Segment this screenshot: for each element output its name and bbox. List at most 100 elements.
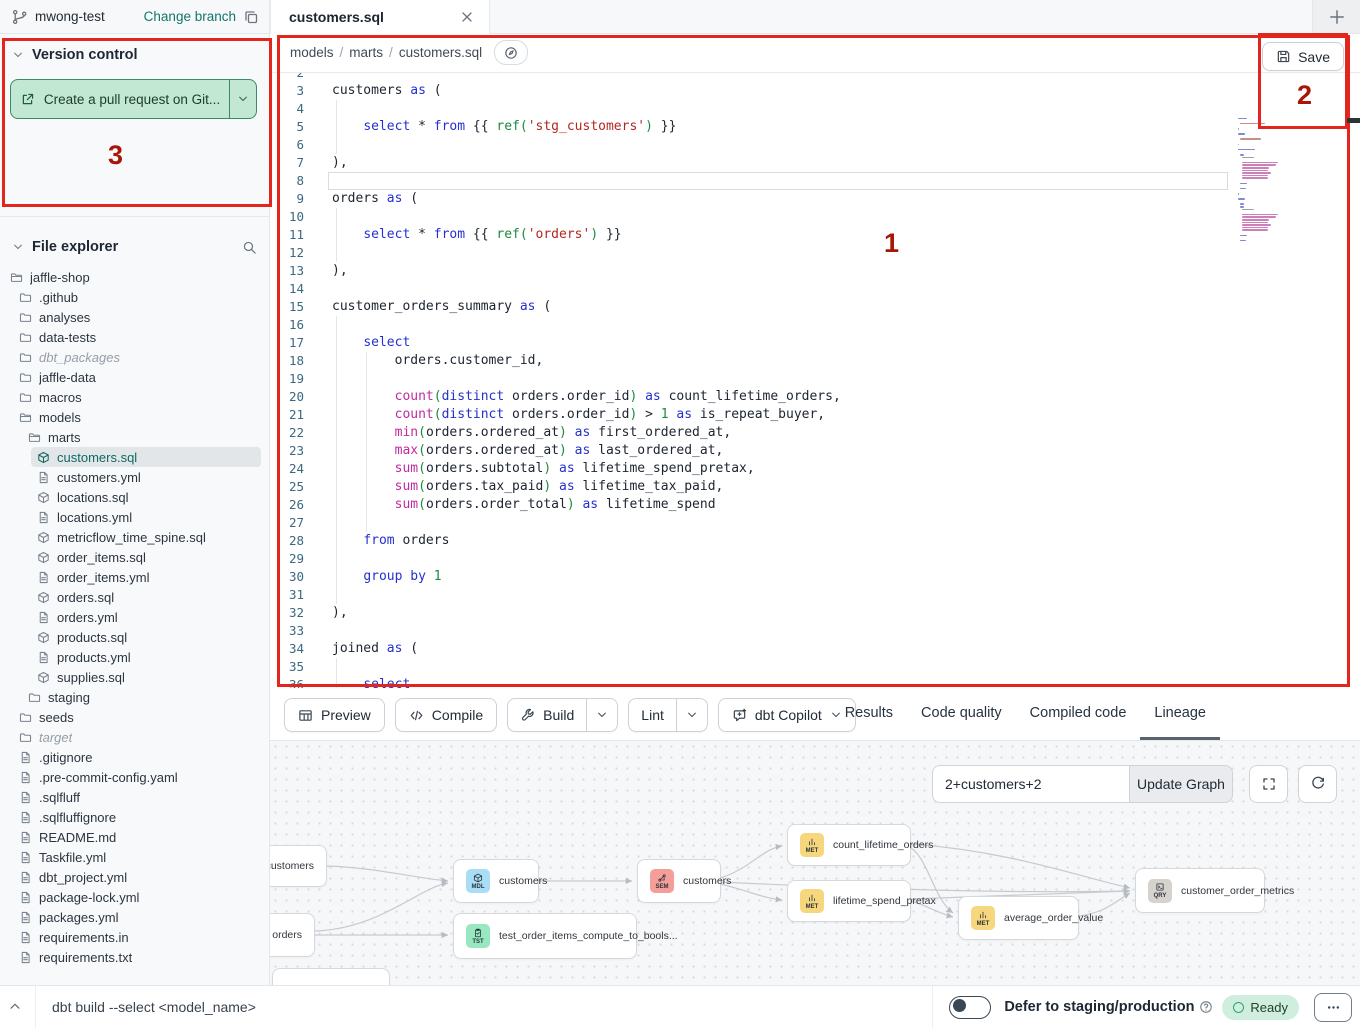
file-tree-item[interactable]: staging <box>22 687 261 707</box>
file-tree-item[interactable]: customers.sql <box>31 447 261 467</box>
file-tree-item[interactable]: Taskfile.yml <box>13 847 261 867</box>
lineage-node[interactable] <box>272 968 390 985</box>
file-tree-item[interactable]: seeds <box>13 707 261 727</box>
create-pull-request-button[interactable]: Create a pull request on Git... <box>10 79 257 119</box>
file-tree-item[interactable]: jaffle-shop <box>4 267 261 287</box>
app-window: mwong-test Change branch customers.sql V… <box>0 0 1360 1028</box>
indent-guide <box>336 208 337 262</box>
lint-button[interactable]: Lint <box>628 698 708 732</box>
lineage-node-average-order-value[interactable]: METaverage_order_value <box>958 896 1079 940</box>
file-tree-item[interactable]: packages.yml <box>13 907 261 927</box>
expand-panel-button[interactable] <box>8 999 22 1018</box>
command-hint: dbt build --select <model_name> <box>52 986 256 1028</box>
breadcrumb-segment[interactable]: customers.sql <box>399 45 482 60</box>
file-tree-item[interactable]: orders.yml <box>31 607 261 627</box>
file-icon <box>19 851 32 864</box>
save-button[interactable]: Save <box>1262 42 1344 71</box>
new-tab-button[interactable] <box>1312 0 1360 33</box>
tab-code-quality[interactable]: Code quality <box>907 688 1016 740</box>
file-tree-item[interactable]: dbt_packages <box>13 347 261 367</box>
file-tree-item[interactable]: marts <box>22 427 261 447</box>
file-tree-item[interactable]: .sqlfluff <box>13 787 261 807</box>
tab-compiled-code[interactable]: Compiled code <box>1016 688 1141 740</box>
compass-icon <box>504 46 518 60</box>
file-tree-item[interactable]: target <box>13 727 261 747</box>
file-tree-item[interactable]: requirements.txt <box>13 947 261 967</box>
refresh-button[interactable] <box>1298 765 1337 803</box>
file-tree-item[interactable]: .pre-commit-config.yaml <box>13 767 261 787</box>
file-tree-label: README.md <box>39 830 116 845</box>
defer-label: Defer to staging/production <box>1004 999 1194 1015</box>
file-tree-item[interactable]: requirements.in <box>13 927 261 947</box>
code-editor[interactable]: 23customers as (45 select * from {{ ref(… <box>270 73 1360 688</box>
file-tree-item[interactable]: locations.yml <box>31 507 261 527</box>
help-icon[interactable] <box>1199 1000 1213 1014</box>
compile-button[interactable]: Compile <box>395 698 497 732</box>
tab-customers-sql[interactable]: customers.sql <box>270 0 490 34</box>
file-tree-item[interactable]: customers.yml <box>31 467 261 487</box>
preview-button[interactable]: Preview <box>284 698 385 732</box>
build-button[interactable]: Build <box>507 698 618 732</box>
lint-dropdown[interactable] <box>676 699 707 731</box>
file-tree-item[interactable]: jaffle-data <box>13 367 261 387</box>
breadcrumb-segment[interactable]: marts <box>349 45 383 60</box>
file-tree-item[interactable]: macros <box>13 387 261 407</box>
folder-icon <box>19 311 32 324</box>
resize-handle[interactable] <box>1347 118 1360 123</box>
file-tree-item[interactable]: products.sql <box>31 627 261 647</box>
file-tree-item[interactable]: .gitignore <box>13 747 261 767</box>
more-options-button[interactable] <box>1314 993 1352 1022</box>
file-tree-item[interactable]: metricflow_time_spine.sql <box>31 527 261 547</box>
copy-icon[interactable] <box>243 9 259 25</box>
lineage-node-count-lifetime-orders[interactable]: METcount_lifetime_orders <box>787 824 911 866</box>
code-line: 23 max(orders.ordered_at) as last_ordere… <box>270 442 1360 460</box>
lineage-node-lifetime-spend-pretax[interactable]: METlifetime_spend_pretax <box>787 880 911 922</box>
file-tree-item[interactable]: .sqlfluffignore <box>13 807 261 827</box>
defer-toggle[interactable] <box>949 996 991 1019</box>
lineage-node-customer-order-metrics[interactable]: QRYcustomer_order_metrics <box>1135 868 1265 913</box>
breadcrumb-separator: / <box>389 45 393 60</box>
fullscreen-button[interactable] <box>1249 765 1288 803</box>
file-tree-label: .sqlfluffignore <box>39 810 116 825</box>
file-tree-item[interactable]: dbt_project.yml <box>13 867 261 887</box>
tab-lineage[interactable]: Lineage <box>1140 688 1220 740</box>
lineage-node-orders[interactable]: orders <box>270 913 315 957</box>
file-tree-item[interactable]: order_items.sql <box>31 547 261 567</box>
pr-button-chevron[interactable] <box>229 80 256 118</box>
lineage-node-test-order-items-compute-to-bools[interactable]: TSTtest_order_items_compute_to_bools... <box>453 913 637 959</box>
file-tree-label: models <box>39 410 81 425</box>
file-tree-item[interactable]: supplies.sql <box>31 667 261 687</box>
file-tree-item[interactable]: data-tests <box>13 327 261 347</box>
minimap[interactable] <box>1232 115 1320 247</box>
status-bar: dbt build --select <model_name> Defer to… <box>0 985 1360 1028</box>
file-tree-item[interactable]: orders.sql <box>31 587 261 607</box>
chevron-down-icon[interactable] <box>12 49 24 61</box>
file-tree-label: products.yml <box>57 650 131 665</box>
file-tree-item[interactable]: README.md <box>13 827 261 847</box>
build-dropdown[interactable] <box>586 699 617 731</box>
file-tree-item[interactable]: package-lock.yml <box>13 887 261 907</box>
file-tree-label: metricflow_time_spine.sql <box>57 530 206 545</box>
lineage-filter-input[interactable] <box>932 765 1130 803</box>
chevron-down-icon[interactable] <box>12 241 24 253</box>
file-tree-item[interactable]: .github <box>13 287 261 307</box>
cube-icon <box>37 591 50 604</box>
lineage-node-stg-customers[interactable]: stg_customers <box>270 845 327 887</box>
search-icon[interactable] <box>242 240 257 255</box>
tab-results[interactable]: Results <box>831 688 907 740</box>
file-tree-item[interactable]: models <box>13 407 261 427</box>
code-line: 34joined as ( <box>270 640 1360 658</box>
file-tree-item[interactable]: products.yml <box>31 647 261 667</box>
lineage-toggle-pill[interactable] <box>494 40 528 65</box>
update-graph-button[interactable]: Update Graph <box>1130 765 1233 803</box>
lineage-node-customers[interactable]: SEMcustomers <box>637 859 721 903</box>
breadcrumb-segment[interactable]: models <box>290 45 334 60</box>
file-tree-item[interactable]: analyses <box>13 307 261 327</box>
lineage-node-customers[interactable]: MDLcustomers <box>453 859 539 903</box>
close-icon[interactable] <box>459 9 475 25</box>
file-tree-item[interactable]: order_items.yml <box>31 567 261 587</box>
change-branch-link[interactable]: Change branch <box>144 9 236 24</box>
file-tree-label: orders.yml <box>57 610 118 625</box>
file-tree-item[interactable]: locations.sql <box>31 487 261 507</box>
lineage-node-label: average_order_value <box>1004 912 1103 924</box>
